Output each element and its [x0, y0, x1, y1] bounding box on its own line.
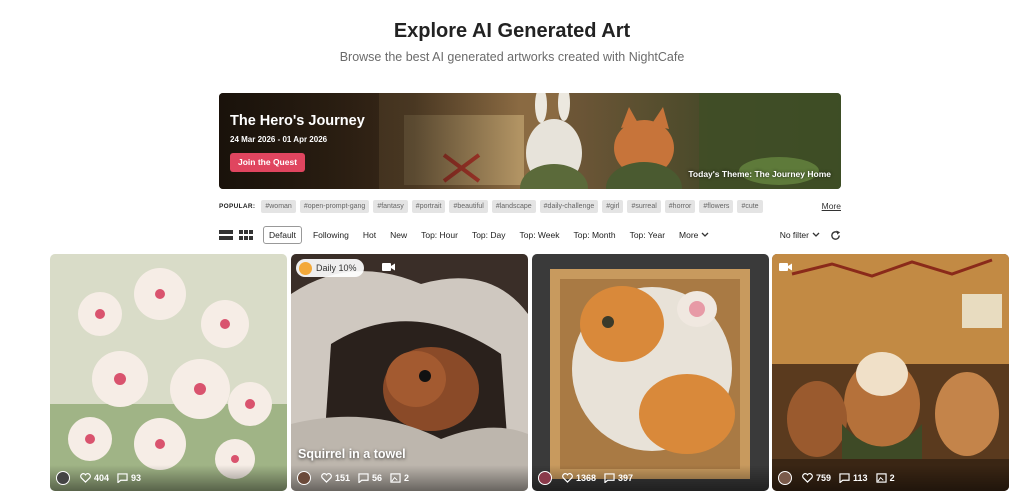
- comment-button[interactable]: 56: [358, 473, 382, 483]
- heart-icon: [80, 473, 91, 483]
- comment-count: 56: [372, 473, 383, 483]
- page-title: Explore AI Generated Art: [393, 20, 631, 42]
- artwork-card[interactable]: 1368 397: [532, 254, 769, 491]
- artwork-image: [772, 254, 1009, 491]
- like-button[interactable]: 151: [321, 473, 350, 483]
- heart-icon: [802, 473, 813, 483]
- images-icon: [875, 473, 887, 483]
- comment-button[interactable]: 113: [839, 473, 868, 483]
- card-caption: Squirrel in a towel: [298, 447, 406, 461]
- challenge-banner[interactable]: The Hero's Journey 24 Mar 2026 - 01 Apr …: [219, 93, 841, 189]
- tag-chip[interactable]: #woman: [261, 199, 296, 213]
- filter-dropdown[interactable]: No filter: [780, 230, 820, 240]
- comment-icon: [117, 473, 128, 483]
- comment-count: 397: [618, 473, 634, 483]
- avatar[interactable]: [297, 471, 311, 485]
- sort-top-year[interactable]: Top: Year: [630, 230, 665, 240]
- image-count-value: 2: [889, 473, 895, 483]
- video-icon: [779, 263, 792, 271]
- chevron-down-icon: [701, 232, 709, 237]
- badge-icon: [299, 261, 312, 275]
- image-count-value: 2: [404, 473, 410, 483]
- comment-icon: [839, 473, 850, 483]
- tag-chip[interactable]: #cute: [737, 199, 763, 213]
- like-button[interactable]: 404: [80, 473, 109, 483]
- video-icon: [382, 263, 395, 271]
- heart-icon: [321, 473, 332, 483]
- like-button[interactable]: 1368: [562, 473, 596, 483]
- list-view-icon[interactable]: [219, 229, 233, 241]
- sort-filter-bar: Default Following Hot New Top: Hour Top:…: [219, 226, 841, 244]
- artwork-image: [532, 254, 769, 491]
- tag-chip[interactable]: #landscape: [491, 199, 536, 213]
- join-quest-button[interactable]: Join the Quest: [230, 153, 306, 172]
- tag-chip[interactable]: #girl: [602, 199, 624, 213]
- card-stats: 404 93: [50, 465, 287, 491]
- sort-top-day[interactable]: Top: Day: [472, 230, 506, 240]
- sort-hot[interactable]: Hot: [363, 230, 376, 240]
- filter-controls: No filter: [780, 226, 841, 244]
- like-count: 151: [335, 473, 351, 483]
- artwork-card[interactable]: Daily 10% Squirrel in a towel 151 56 2: [291, 254, 528, 491]
- filter-label: No filter: [779, 230, 809, 240]
- heart-icon: [562, 473, 573, 483]
- comment-button[interactable]: 397: [604, 473, 633, 483]
- daily-badge: Daily 10%: [296, 259, 364, 277]
- like-count: 759: [816, 473, 832, 483]
- sort-more-dropdown[interactable]: More: [679, 230, 709, 240]
- like-count: 404: [94, 473, 110, 483]
- comment-count: 93: [131, 473, 142, 483]
- like-button[interactable]: 759: [802, 473, 831, 483]
- sort-top-week[interactable]: Top: Week: [520, 230, 560, 240]
- avatar[interactable]: [778, 471, 792, 485]
- tag-chip[interactable]: #fantasy: [373, 199, 408, 213]
- sort-default[interactable]: Default: [263, 226, 302, 244]
- comment-icon: [358, 473, 369, 483]
- artwork-card[interactable]: 759 113 2: [772, 254, 1009, 491]
- popular-tags-bar: POPULAR: #woman #open-prompt-gang #fanta…: [219, 198, 841, 214]
- tag-chip[interactable]: #horror: [664, 199, 696, 213]
- refresh-icon[interactable]: [830, 229, 841, 241]
- tag-chip[interactable]: #flowers: [699, 199, 734, 213]
- comment-button[interactable]: 93: [117, 473, 141, 483]
- grid-view-icon[interactable]: [239, 229, 253, 241]
- avatar[interactable]: [56, 471, 70, 485]
- banner-dates: 24 Mar 2026 - 01 Apr 2026: [230, 135, 328, 144]
- more-tags-link[interactable]: More: [822, 201, 841, 211]
- badge-label: Daily 10%: [316, 263, 357, 273]
- banner-title: The Hero's Journey: [230, 113, 365, 129]
- tag-list: #woman #open-prompt-gang #fantasy #portr…: [261, 199, 821, 213]
- sort-top-month[interactable]: Top: Month: [574, 230, 616, 240]
- tag-chip[interactable]: #portrait: [411, 199, 446, 213]
- tag-chip[interactable]: #open-prompt-gang: [299, 199, 370, 213]
- avatar[interactable]: [538, 471, 552, 485]
- artwork-image: [50, 254, 287, 491]
- tag-chip[interactable]: #surreal: [627, 199, 661, 213]
- sort-following[interactable]: Following: [313, 230, 349, 240]
- tag-chip[interactable]: #beautiful: [449, 199, 488, 213]
- comment-count: 113: [853, 473, 868, 483]
- tag-chip[interactable]: #daily-challenge: [539, 199, 599, 213]
- sort-more-label: More: [679, 230, 699, 240]
- image-count: 2: [875, 473, 895, 483]
- sort-new[interactable]: New: [390, 230, 407, 240]
- page-subtitle: Browse the best AI generated artworks cr…: [339, 50, 685, 64]
- sort-top-hour[interactable]: Top: Hour: [421, 230, 458, 240]
- image-count: 2: [390, 473, 409, 483]
- card-stats: 1368 397: [532, 465, 769, 491]
- card-stats: 151 56 2: [291, 465, 528, 491]
- artwork-card[interactable]: 404 93: [50, 254, 287, 491]
- card-stats: 759 113 2: [772, 465, 1009, 491]
- images-icon: [390, 473, 401, 483]
- chevron-down-icon: [812, 232, 820, 237]
- popular-label: POPULAR:: [219, 202, 256, 210]
- banner-theme: Today's Theme: The Journey Home: [688, 169, 831, 179]
- comment-icon: [604, 473, 615, 483]
- like-count: 1368: [576, 473, 597, 483]
